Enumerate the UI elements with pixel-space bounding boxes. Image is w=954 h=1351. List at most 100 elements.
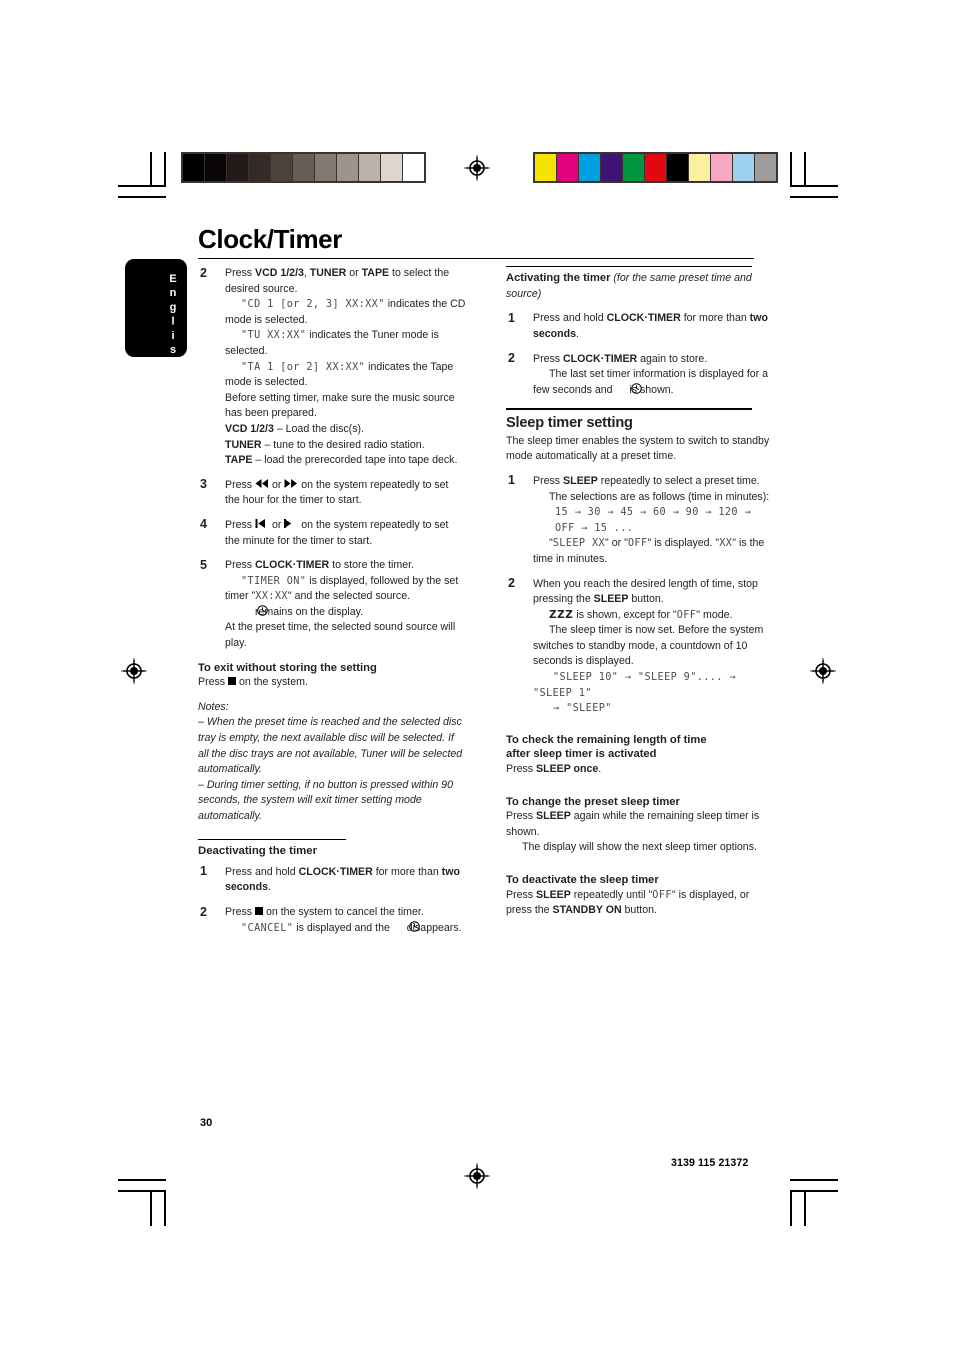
- activating-section-divider: [506, 266, 752, 268]
- timer-on-description-2: " and the selected source.: [287, 590, 411, 603]
- grayscale-patch: [249, 154, 270, 181]
- clock-icon-disappear: [393, 921, 420, 932]
- sleep-step-2: 2 When you reach the desired length of t…: [506, 576, 774, 717]
- activating-section-heading: Activating the timer: [506, 272, 611, 285]
- activating-section-heading-line: Activating the timer (for the same prese…: [506, 271, 774, 302]
- countdown-sequence-line-1: "SLEEP 10" → "SLEEP 9".... → "SLEEP 1": [533, 672, 736, 699]
- vcd-source-label: VCD 1/2/3: [225, 422, 274, 435]
- tape-mode-lcd-text: "TA 1 [or 2] XX:XX": [241, 361, 366, 373]
- crop-mark-br-vertical: [790, 1192, 792, 1226]
- step-5-number: 5: [200, 557, 207, 572]
- activate-step-1: 1 Press and hold CLOCK·TIMER for more th…: [506, 311, 774, 342]
- sleep-sequence-line-2: OFF → 15 ...: [555, 522, 634, 534]
- cancel-lcd-text: "CANCEL": [241, 922, 294, 934]
- check-section-heading-line1: To check the remaining length of time: [506, 733, 707, 746]
- crop-mark-bl-bar: [150, 1192, 152, 1226]
- crop-mark-br-outer: [790, 1179, 838, 1181]
- activate-s2-pre: Press: [533, 352, 564, 365]
- note-2: – During timer setting, if no button is …: [198, 778, 453, 822]
- step-4-pre: Press: [225, 518, 256, 531]
- step-4-number: 4: [200, 517, 207, 532]
- deactivating-timer-section: Deactivating the timer 1 Press and hold …: [198, 838, 466, 937]
- zzz-text-2: " mode.: [696, 608, 733, 621]
- step-4-mid: or: [269, 518, 285, 531]
- sleep-off-lcd: OFF: [627, 538, 648, 550]
- color-calibration-strip: [533, 152, 778, 183]
- right-column: Activating the timer (for the same prese…: [506, 266, 774, 928]
- grayscale-patch: [227, 154, 248, 181]
- step-3-pre: Press: [225, 478, 256, 491]
- tuner-button-label: TUNER: [309, 267, 347, 279]
- check-post: .: [598, 763, 602, 776]
- deactivate-s2-pre: Press: [225, 906, 256, 919]
- crop-mark-br-horizontal: [790, 1190, 838, 1192]
- crop-mark-tr-horizontal: [790, 185, 838, 187]
- timer-value-lcd-text: XX:XX: [255, 591, 288, 603]
- stop-icon: [228, 677, 237, 686]
- left-column: 2 Press VCD 1/2/3, TUNER or TAPE to sele…: [198, 266, 466, 945]
- standby-on-button-label: STANDBY ON: [552, 904, 622, 917]
- grayscale-patch: [403, 154, 424, 181]
- activate-s2-post: again to store.: [637, 352, 708, 365]
- zzz-text: is shown, except for ": [573, 608, 677, 621]
- color-patch: [733, 154, 754, 181]
- sleep-timer-section: Sleep timer setting The sleep timer enab…: [506, 408, 774, 716]
- crop-mark-tr-vertical: [790, 152, 792, 186]
- activate-detail-post: is shown.: [626, 383, 674, 396]
- color-patch: [689, 154, 710, 181]
- tuner-source-label: TUNER: [225, 438, 262, 451]
- stop-icon-cancel: [255, 907, 264, 916]
- change-section-heading: To change the preset sleep timer: [506, 795, 680, 808]
- sleep-section-heading: Sleep timer setting: [506, 414, 633, 431]
- sleep-step-2-number: 2: [508, 576, 515, 590]
- color-patch: [667, 154, 688, 181]
- countdown-text: The sleep timer is now set. Before the s…: [533, 624, 764, 668]
- color-patch: [755, 154, 776, 181]
- note-1: – When the preset time is reached and th…: [198, 716, 463, 776]
- next-track-icon: [284, 518, 298, 529]
- countdown-sequence-line-2: → "SLEEP": [553, 703, 612, 715]
- exit-pre: Press: [198, 676, 229, 689]
- color-patch: [557, 154, 578, 181]
- clock-icon: [241, 605, 268, 617]
- step-5-pre: Press: [225, 559, 256, 572]
- document-code: 3139 115 21372: [671, 1157, 749, 1169]
- crop-mark-tr-outer: [790, 196, 838, 198]
- step-5: 5 Press CLOCK·TIMER to store the timer. …: [198, 558, 466, 652]
- step-5-instruction: Press CLOCK·TIMER to store the timer.: [225, 558, 466, 574]
- crop-mark-bl-horizontal: [118, 1190, 166, 1192]
- previous-track-icon: [255, 518, 269, 529]
- step-3-number: 3: [200, 477, 207, 492]
- activate-step-2: 2 Press CLOCK·TIMER again to store. The …: [506, 351, 774, 399]
- tape-source-text: – load the prerecorded tape into tape de…: [252, 454, 458, 467]
- color-patch: [711, 154, 732, 181]
- change-pre: Press: [506, 810, 537, 823]
- zzz-line: ZZZ is shown, except for "OFF" mode.: [533, 608, 774, 624]
- registration-target-top: [464, 155, 490, 181]
- deactivate-s1-pre: Press and hold: [225, 865, 299, 878]
- step-2-number: 2: [200, 265, 207, 280]
- vcd-button-label: VCD 1/2/3: [255, 267, 304, 279]
- grayscale-patch: [315, 154, 336, 181]
- sleep-step-2-instruction: When you reach the desired length of tim…: [533, 577, 774, 608]
- sleep-section-divider: [506, 408, 752, 410]
- sleep-s2-post: button.: [628, 593, 664, 606]
- grayscale-calibration-strip: [181, 152, 426, 183]
- activate-s1-mid: for more than: [680, 312, 750, 325]
- crop-mark-tr-bar: [804, 152, 806, 186]
- check-remaining-time-section: To check the remaining length of time af…: [506, 733, 774, 778]
- crop-mark-tl-bar: [150, 152, 152, 186]
- deactivate-clock-timer-label: CLOCK·TIMER: [298, 865, 373, 878]
- sleep-sequence-line-1: 15 → 30 → 45 → 60 → 90 → 120 →: [555, 507, 752, 519]
- color-patch: [601, 154, 622, 181]
- change-section-detail: The display will show the next sleep tim…: [522, 841, 757, 854]
- activate-step-1-number: 1: [508, 310, 515, 325]
- clock-timer-button-label: CLOCK·TIMER: [255, 559, 330, 572]
- grayscale-patch: [381, 154, 402, 181]
- preset-time-note: At the preset time, the selected sound s…: [225, 621, 456, 650]
- vcd-source-text: – Load the disc(s).: [273, 422, 364, 435]
- activating-timer-section: Activating the timer (for the same prese…: [506, 266, 774, 398]
- sleep-s1-pre: Press: [533, 474, 564, 487]
- sleep-display-mid: " or ": [605, 537, 628, 550]
- crop-mark-br-bar: [804, 1192, 806, 1226]
